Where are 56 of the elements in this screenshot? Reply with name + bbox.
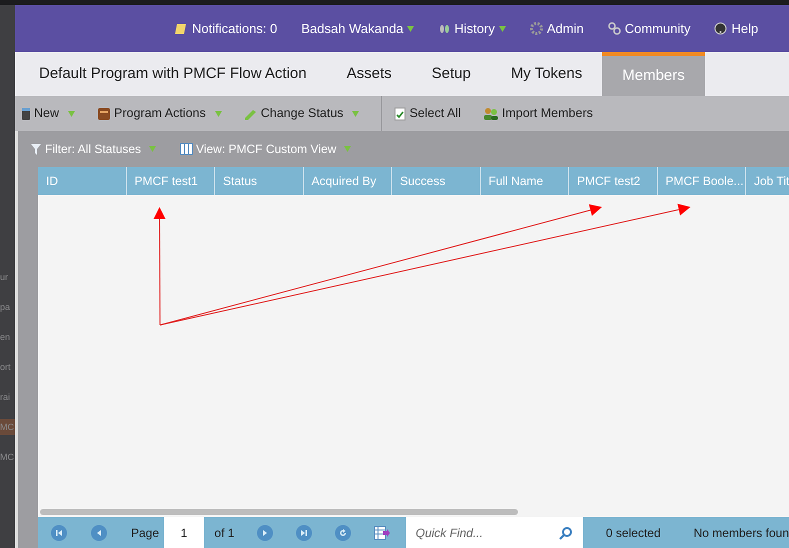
last-page-button[interactable] <box>296 524 312 540</box>
document-icon <box>21 106 31 120</box>
tab[interactable]: Assets <box>326 52 412 96</box>
next-page-button[interactable] <box>257 524 274 540</box>
community-link[interactable]: Community <box>608 18 690 38</box>
refresh-icon <box>338 528 348 538</box>
toolbar-button[interactable]: Import Members <box>482 104 593 123</box>
tab[interactable]: Default Program with PMCF Flow Action <box>19 52 327 96</box>
caret-icon <box>498 26 506 32</box>
toolbar-button[interactable]: Program Actions <box>97 104 222 123</box>
user-menu[interactable]: Badsah Wakanda <box>301 18 414 38</box>
checklist-icon <box>394 106 406 120</box>
caret-icon <box>344 146 352 152</box>
menu-fragment: MC <box>0 451 15 464</box>
help-link[interactable]: Help <box>714 18 758 38</box>
menu-fragment: ur <box>0 271 10 284</box>
funnel-icon <box>30 142 42 156</box>
caret-icon <box>214 110 222 116</box>
menu-fragment: ort <box>0 361 12 374</box>
help-icon <box>714 22 728 35</box>
previous-page-button[interactable] <box>91 524 107 540</box>
box-icon <box>97 106 112 120</box>
refresh-button[interactable] <box>335 524 352 540</box>
skip-forward-icon <box>299 528 310 538</box>
first-page-button[interactable] <box>51 524 67 540</box>
caret-icon <box>407 26 414 32</box>
status-text: No members foun <box>694 524 789 542</box>
caret-icon <box>149 146 156 152</box>
tab[interactable]: Setup <box>412 52 491 96</box>
notifications-link[interactable]: Notifications: 0 <box>175 18 278 38</box>
scrollbar[interactable] <box>40 508 518 514</box>
menu-fragment: MC <box>0 419 15 435</box>
menu-fragment: pa <box>0 301 12 314</box>
menu-fragment: rai <box>0 391 12 404</box>
settings-icon <box>530 22 543 35</box>
export-icon[interactable] <box>374 526 390 540</box>
footprints-icon <box>438 22 450 34</box>
admin-link[interactable]: Admin <box>530 18 584 38</box>
toolbar-button[interactable]: Change Status <box>244 104 360 123</box>
quick-find-field[interactable]: Quick Find... <box>406 517 583 548</box>
people-icon <box>482 106 499 120</box>
menu-fragment: en <box>0 331 12 344</box>
page-field[interactable]: 1 <box>164 517 204 548</box>
page-label: Page <box>131 524 160 542</box>
toolbar-button[interactable]: New <box>21 104 76 123</box>
caret-icon <box>352 110 360 116</box>
page-count: of 1 <box>214 524 234 542</box>
tab[interactable]: My Tokens <box>490 52 602 96</box>
toolbar-button[interactable]: Select All <box>394 104 461 123</box>
selected-count: 0 selected <box>606 524 661 542</box>
search-icon[interactable] <box>558 526 573 540</box>
caret-icon <box>68 110 76 116</box>
skip-back-icon <box>54 528 64 538</box>
history-menu[interactable]: History <box>438 18 506 38</box>
columns-icon <box>180 143 194 155</box>
note-icon <box>175 22 188 34</box>
